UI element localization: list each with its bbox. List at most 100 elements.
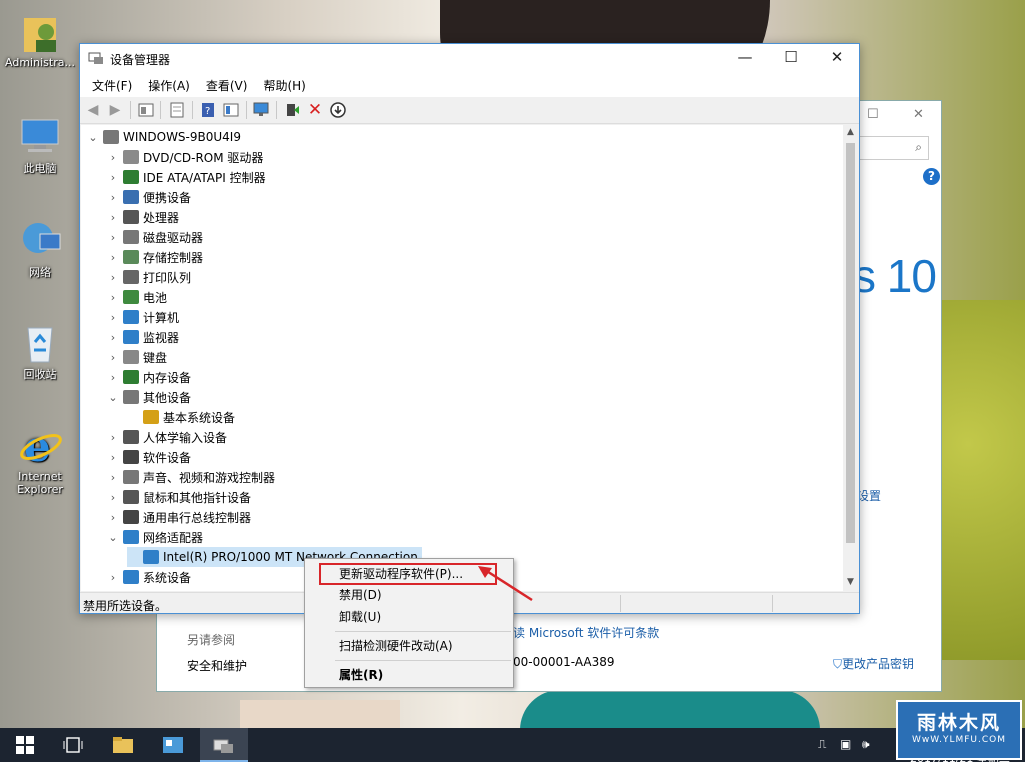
chevron-down-icon[interactable]: ⌄ xyxy=(107,531,119,544)
chevron-right-icon[interactable]: › xyxy=(107,431,119,444)
network-tray-icon[interactable]: ▣ xyxy=(840,737,851,751)
tree-item[interactable]: 基本系统设备 xyxy=(127,407,235,427)
device-manager-window: 设备管理器 — ☐ ✕ 文件(F) 操作(A) 查看(V) 帮助(H) ◀ ▶ … xyxy=(79,43,860,614)
update-driver-icon[interactable] xyxy=(283,101,301,119)
close-button[interactable]: ✕ xyxy=(814,44,860,73)
volume-icon[interactable]: 🕪 xyxy=(862,737,870,752)
tree-item[interactable]: › 便携设备 xyxy=(107,187,191,207)
forward-icon[interactable]: ▶ xyxy=(106,101,124,119)
tree-item[interactable]: › 打印队列 xyxy=(107,267,191,287)
help-icon[interactable]: ? xyxy=(923,168,940,185)
tree-item[interactable]: ⌄ 其他设备 xyxy=(107,387,191,407)
svg-text:?: ? xyxy=(205,106,210,117)
help-book-icon[interactable]: ? xyxy=(199,101,217,119)
vertical-scrollbar[interactable]: ▲ ▼ xyxy=(843,125,858,591)
device-category-icon xyxy=(123,170,139,184)
search-box[interactable]: ⌕ xyxy=(857,136,929,160)
tree-item[interactable]: › 电池 xyxy=(107,287,167,307)
desktop-icon-recycle-bin[interactable]: 回收站 xyxy=(2,320,78,382)
tree-item-label: 基本系统设备 xyxy=(163,410,236,425)
desktop-icon-network[interactable]: 网络 xyxy=(2,218,78,280)
menu-view[interactable]: 查看(V) xyxy=(198,73,256,97)
chevron-right-icon[interactable]: › xyxy=(107,491,119,504)
watermark-logo: 雨林木风 WwW.YLMFU.COM xyxy=(896,700,1022,760)
menu-help[interactable]: 帮助(H) xyxy=(255,73,313,97)
tree-item[interactable]: › 软件设备 xyxy=(107,447,191,467)
menu-action[interactable]: 操作(A) xyxy=(140,73,198,97)
chevron-down-icon[interactable]: ⌄ xyxy=(87,131,99,144)
tree-item[interactable]: › 系统设备 xyxy=(107,567,191,587)
chevron-right-icon[interactable]: › xyxy=(107,271,119,284)
uninstall-icon[interactable]: ✕ xyxy=(306,100,324,120)
chevron-right-icon[interactable]: › xyxy=(107,371,119,384)
scroll-down-icon[interactable]: ▼ xyxy=(845,577,856,587)
chevron-right-icon[interactable]: › xyxy=(107,171,119,184)
chevron-right-icon[interactable]: › xyxy=(107,511,119,524)
control-panel-icon[interactable] xyxy=(162,734,184,756)
chevron-right-icon[interactable]: › xyxy=(107,151,119,164)
tree-item[interactable]: › 处理器 xyxy=(107,207,179,227)
start-button[interactable] xyxy=(14,734,36,756)
properties-icon[interactable] xyxy=(137,101,155,119)
tree-item[interactable]: › DVD/CD-ROM 驱动器 xyxy=(107,147,263,167)
tree-item[interactable]: › 存储控制器 xyxy=(107,247,203,267)
chevron-right-icon[interactable]: › xyxy=(107,471,119,484)
chevron-right-icon[interactable]: › xyxy=(107,251,119,264)
tree-item[interactable]: › 键盘 xyxy=(107,347,167,367)
scroll-thumb[interactable] xyxy=(846,143,855,543)
tree-item[interactable]: › 监视器 xyxy=(107,327,179,347)
security-maintenance-link[interactable]: 安全和维护 xyxy=(187,657,247,674)
tree-item-label: 电池 xyxy=(143,290,168,305)
chevron-right-icon[interactable]: › xyxy=(107,231,119,244)
file-explorer-icon[interactable] xyxy=(112,734,134,756)
title-bar: 设备管理器 — ☐ ✕ xyxy=(80,44,859,73)
chevron-right-icon[interactable]: › xyxy=(107,331,119,344)
disable-device-icon[interactable] xyxy=(329,101,347,119)
tree-item[interactable]: › 内存设备 xyxy=(107,367,191,387)
task-view-icon[interactable] xyxy=(62,734,84,756)
view-icon[interactable] xyxy=(222,101,240,119)
device-category-icon xyxy=(123,470,139,484)
chevron-right-icon[interactable]: › xyxy=(107,571,119,584)
tree-item-label: 计算机 xyxy=(143,310,180,325)
chevron-right-icon[interactable]: › xyxy=(107,191,119,204)
maximize-icon[interactable]: ☐ xyxy=(867,107,879,122)
chevron-right-icon[interactable]: › xyxy=(107,451,119,464)
scan-hardware-icon[interactable] xyxy=(253,101,271,119)
menu-uninstall[interactable]: 卸载(U) xyxy=(307,606,511,628)
tree-item[interactable]: › 计算机 xyxy=(107,307,179,327)
tree-item[interactable]: › 通用串行总线控制器 xyxy=(107,507,251,527)
chevron-right-icon[interactable]: › xyxy=(107,311,119,324)
chevron-right-icon[interactable]: › xyxy=(107,291,119,304)
tree-item[interactable]: › 人体学输入设备 xyxy=(107,427,227,447)
minimize-button[interactable]: — xyxy=(722,44,768,73)
device-manager-task[interactable] xyxy=(200,728,248,762)
menu-properties[interactable]: 属性(R) xyxy=(307,664,511,686)
desktop-icon-user-folder[interactable]: Administra... xyxy=(2,10,78,69)
wallpaper-yarn xyxy=(930,300,1025,660)
chevron-right-icon[interactable]: › xyxy=(107,351,119,364)
tree-item[interactable]: › 磁盘驱动器 xyxy=(107,227,203,247)
back-icon[interactable]: ◀ xyxy=(84,101,102,119)
menu-file[interactable]: 文件(F) xyxy=(84,73,140,97)
window-title: 设备管理器 xyxy=(110,53,171,67)
close-icon[interactable]: ✕ xyxy=(913,107,924,122)
chevron-right-icon[interactable]: › xyxy=(107,211,119,224)
tree-root[interactable]: ⌄ WINDOWS-9B0U4I9 xyxy=(87,127,241,147)
tree-item[interactable]: ⌄ 网络适配器 xyxy=(107,527,203,547)
chevron-down-icon[interactable]: ⌄ xyxy=(107,391,119,404)
scroll-up-icon[interactable]: ▲ xyxy=(845,127,856,137)
menu-scan-hardware[interactable]: 扫描检测硬件改动(A) xyxy=(307,635,511,657)
desktop-icon-internet-explorer[interactable]: e Internet Explorer xyxy=(2,423,78,496)
tree-item[interactable]: › IDE ATA/ATAPI 控制器 xyxy=(107,167,266,187)
license-terms-link[interactable]: 读 Microsoft 软件许可条款 xyxy=(513,624,659,641)
maximize-button[interactable]: ☐ xyxy=(768,44,814,73)
desktop-icon-this-pc[interactable]: 此电脑 xyxy=(2,114,78,176)
usb-icon[interactable]: ⎍ xyxy=(818,737,826,752)
document-icon[interactable] xyxy=(168,101,186,119)
toolbar: ◀ ▶ ? ✕ xyxy=(80,97,859,124)
change-product-key-link[interactable]: ⛉更改产品密钥 xyxy=(833,655,914,672)
tree-item[interactable]: › 鼠标和其他指针设备 xyxy=(107,487,251,507)
change-settings-link[interactable]: 设置 xyxy=(857,487,881,504)
tree-item[interactable]: › 声音、视频和游戏控制器 xyxy=(107,467,275,487)
